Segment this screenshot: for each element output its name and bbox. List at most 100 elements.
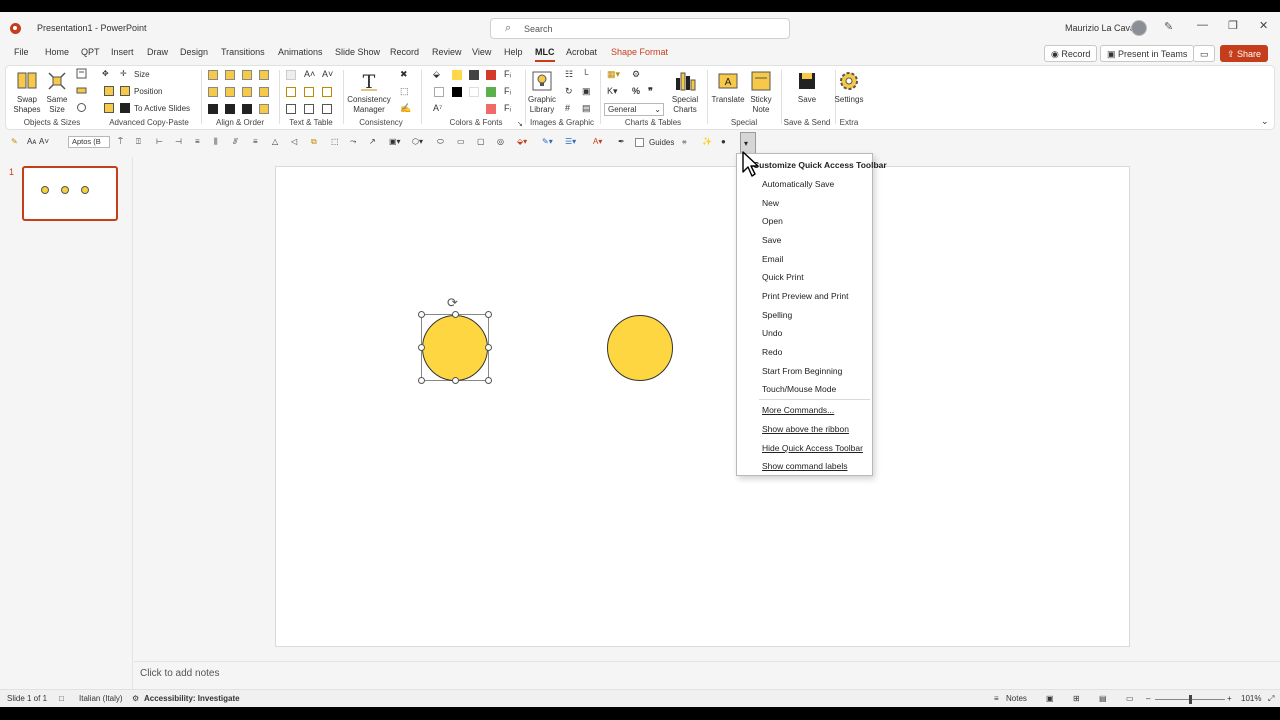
notes-pane[interactable]: Click to add notes (134, 661, 1280, 689)
table-format-icon[interactable] (304, 104, 314, 114)
number-format-select[interactable]: General ⌄ (604, 103, 664, 116)
comments-button[interactable]: ▭ (1193, 45, 1215, 62)
consistency-manager-button[interactable]: T Consistency Manager (346, 70, 392, 115)
menu-item-start-from-beginning[interactable]: Start From Beginning (762, 366, 842, 376)
resize-handle[interactable] (485, 344, 492, 351)
connect-icon[interactable]: ⬚ (331, 137, 342, 148)
tab-help[interactable]: Help (504, 47, 523, 57)
tab-file[interactable]: File (14, 47, 29, 57)
shape-style-icon[interactable]: ⬚ (400, 86, 409, 97)
menu-item-show-command-labels[interactable]: Show command labels (762, 461, 848, 471)
align-left-icon[interactable] (208, 70, 218, 80)
restore-icon[interactable]: ❐ (1228, 19, 1238, 32)
font-shrink-small-icon[interactable]: A˅ (39, 137, 50, 148)
spellcheck-icon[interactable]: □ (59, 694, 64, 703)
avatar[interactable] (1131, 20, 1147, 36)
shapes-icon[interactable]: ⬡▾ (412, 137, 423, 148)
grid-icon[interactable]: # (565, 103, 570, 113)
align-top-icon[interactable] (208, 87, 218, 97)
reading-view-icon[interactable]: ▤ (1099, 694, 1107, 703)
line-weight-icon[interactable]: ☰▾ (565, 137, 576, 148)
menu-item-email[interactable]: Email (762, 254, 783, 264)
color-swatch-green[interactable] (486, 87, 496, 97)
align-middle-icon[interactable] (225, 87, 235, 97)
tab-mlc[interactable]: MLC (535, 47, 555, 62)
minimize-icon[interactable]: — (1197, 19, 1208, 31)
color-swatch-none[interactable] (452, 104, 462, 114)
text-margin-icon[interactable] (286, 87, 296, 97)
color-swatch-darkgray[interactable] (469, 70, 479, 80)
slide-thumbnail[interactable] (22, 166, 118, 221)
menu-item-redo[interactable]: Redo (762, 347, 782, 357)
route-icon[interactable]: ⤳ (350, 137, 361, 148)
position-label[interactable]: Position (134, 87, 162, 96)
graphic-library-button[interactable]: Graphic Library (527, 70, 557, 115)
color-swatch-pink[interactable] (486, 104, 496, 114)
outline-icon[interactable] (434, 87, 444, 97)
align-top-small-icon[interactable]: ⍑ (118, 137, 129, 148)
align-left-small-icon[interactable]: ⊢ (156, 137, 167, 148)
resize-handle[interactable] (452, 311, 459, 318)
resize-handle[interactable] (485, 377, 492, 384)
send-backward-icon[interactable] (225, 104, 235, 114)
frame-icon[interactable]: ▣▾ (389, 137, 401, 148)
align-right-small-icon[interactable]: ⊣ (175, 137, 186, 148)
color-swatch-red[interactable] (486, 70, 496, 80)
rounded-rectangle-icon[interactable]: ▢ (477, 137, 488, 148)
zoom-out-icon[interactable]: – (1146, 694, 1150, 703)
ellipse-icon[interactable]: ⬭ (437, 137, 448, 148)
to-active-slides-label[interactable]: To Active Slides (134, 104, 190, 113)
table-icon[interactable] (286, 104, 296, 114)
user-name[interactable]: Maurizio La Cava (1065, 23, 1135, 33)
pen-icon[interactable]: ✎ (1164, 20, 1173, 33)
font-aa-icon[interactable]: Aᴀ (27, 137, 38, 148)
font-color-small-icon[interactable]: A▾ (593, 137, 604, 148)
font-name-select[interactable]: Aptos (B (68, 136, 110, 148)
menu-item-spelling[interactable]: Spelling (762, 310, 792, 320)
tab-slide-show[interactable]: Slide Show (335, 47, 380, 57)
circle-shape[interactable] (607, 315, 673, 381)
collapse-ribbon-icon[interactable]: ⌄ (1261, 116, 1269, 127)
menu-item-quick-print[interactable]: Quick Print (762, 272, 804, 282)
text-box-icon[interactable] (286, 70, 296, 80)
tab-draw[interactable]: Draw (147, 47, 168, 57)
share-button[interactable]: ⇪ Share (1220, 45, 1269, 62)
font-grow-icon[interactable]: A˄ (304, 69, 315, 79)
move-icon[interactable]: ✥ (102, 69, 109, 78)
tab-design[interactable]: Design (180, 47, 208, 57)
chart-data-icon[interactable]: ▦▾ (607, 69, 620, 80)
triangle-left-icon[interactable]: ◁ (291, 137, 302, 148)
menu-item-show-above-ribbon[interactable]: Show above the ribbon (762, 424, 849, 434)
bring-forward-icon[interactable] (208, 104, 218, 114)
record-button[interactable]: ◉ Record (1044, 45, 1098, 62)
align-bottom-small-icon[interactable]: ⍐ (136, 137, 147, 148)
font-icon[interactable]: A⁷ (433, 103, 442, 113)
align-center-small-icon[interactable]: ≡ (195, 137, 206, 148)
color-swatch-black[interactable] (452, 87, 462, 97)
dialog-launcher-icon[interactable]: ↘ (517, 120, 523, 128)
format-painter-icon[interactable]: ✎ (11, 137, 22, 148)
tab-review[interactable]: Review (432, 47, 462, 57)
rectangle-icon[interactable]: ▭ (457, 137, 468, 148)
align-center-icon[interactable] (225, 70, 235, 80)
swap-shapes-button[interactable]: Swap Shapes (10, 70, 44, 115)
color-swatch-empty[interactable] (469, 104, 479, 114)
accessibility-status[interactable]: Accessibility: Investigate (144, 694, 240, 703)
close-icon[interactable]: ✕ (1259, 19, 1268, 32)
layers-icon[interactable]: ◎ (497, 137, 508, 148)
menu-item-touch-mouse-mode[interactable]: Touch/Mouse Mode (762, 384, 836, 394)
normal-view-icon[interactable]: ▣ (1046, 694, 1054, 703)
color-swatch-white[interactable] (469, 87, 479, 97)
tab-qpt[interactable]: QPT (81, 47, 100, 57)
notes-toggle[interactable]: Notes (1006, 694, 1027, 703)
font-replace-icon[interactable]: Fᵢ (504, 103, 511, 113)
align-icon[interactable] (76, 68, 87, 79)
brush-icon[interactable]: ✍ (400, 103, 411, 114)
resize-handle[interactable] (418, 377, 425, 384)
resize-handle[interactable] (418, 311, 425, 318)
zoom-slider-thumb[interactable] (1189, 695, 1192, 704)
tab-record[interactable]: Record (390, 47, 419, 57)
tab-home[interactable]: Home (45, 47, 69, 57)
tab-acrobat[interactable]: Acrobat (566, 47, 597, 57)
percent-icon[interactable]: % (632, 86, 640, 96)
